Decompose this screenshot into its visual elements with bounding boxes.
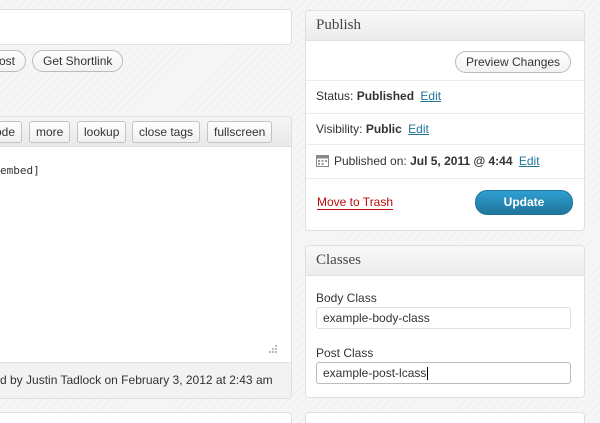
post-editor: [0, 116, 292, 399]
classes-box-header[interactable]: Classes: [306, 246, 584, 276]
classes-box-title: Classes: [316, 252, 361, 268]
post-class-value: example-post-lcass: [323, 366, 427, 380]
editor-content-text[interactable]: embed]: [0, 164, 40, 177]
edit-visibility-link[interactable]: Edit: [408, 122, 429, 136]
status-value: Published: [356, 89, 415, 103]
visibility-label: Visibility:: [316, 122, 363, 136]
body-class-label: Body Class: [316, 291, 377, 305]
quicktag-code-button[interactable]: ode: [0, 121, 23, 143]
published-on-value: Jul 5, 2011 @ 4:44: [410, 154, 513, 168]
published-on-label: Published on:: [334, 154, 407, 168]
preview-post-button[interactable]: ost: [0, 50, 27, 72]
post-title-input[interactable]: [0, 9, 292, 45]
calendar-icon: [316, 155, 329, 167]
last-edited-text: d by Justin Tadlock on February 3, 2012 …: [0, 373, 273, 387]
text-cursor: [427, 367, 429, 381]
visibility-row: Visibility: Public Edit: [316, 122, 429, 136]
quicktag-close-tags-button[interactable]: close tags: [132, 121, 201, 143]
resize-grip-icon[interactable]: [266, 344, 278, 356]
publish-box-header[interactable]: Publish: [306, 11, 584, 41]
post-class-label: Post Class: [316, 346, 374, 360]
divider: [306, 178, 584, 179]
lower-postbox: [0, 412, 292, 423]
publish-box-title: Publish: [316, 17, 362, 33]
update-button[interactable]: Update: [475, 190, 573, 215]
lower-right-postbox: [305, 412, 585, 423]
body-class-input[interactable]: example-body-class: [316, 307, 571, 329]
quicktag-more-button[interactable]: more: [29, 121, 71, 143]
visibility-value: Public: [365, 122, 402, 136]
divider: [306, 144, 584, 145]
get-shortlink-button[interactable]: Get Shortlink: [32, 50, 124, 72]
published-on-row: Published on: Jul 5, 2011 @ 4:44 Edit: [334, 154, 540, 168]
status-label: Status:: [316, 89, 354, 103]
edit-status-link[interactable]: Edit: [420, 89, 441, 103]
quicktag-fullscreen-button[interactable]: fullscreen: [207, 121, 273, 143]
move-to-trash-link[interactable]: Move to Trash: [317, 195, 394, 210]
post-status-row: Status: Published Edit: [316, 89, 441, 103]
post-class-input[interactable]: example-post-lcass: [316, 362, 571, 384]
edit-date-link[interactable]: Edit: [519, 154, 540, 168]
quicktag-lookup-button[interactable]: lookup: [77, 121, 127, 143]
move-to-trash-label: Move to Trash: [317, 195, 394, 210]
body-class-value: example-body-class: [323, 311, 430, 325]
divider: [306, 113, 584, 114]
preview-changes-button[interactable]: Preview Changes: [455, 51, 572, 73]
divider: [306, 80, 584, 81]
